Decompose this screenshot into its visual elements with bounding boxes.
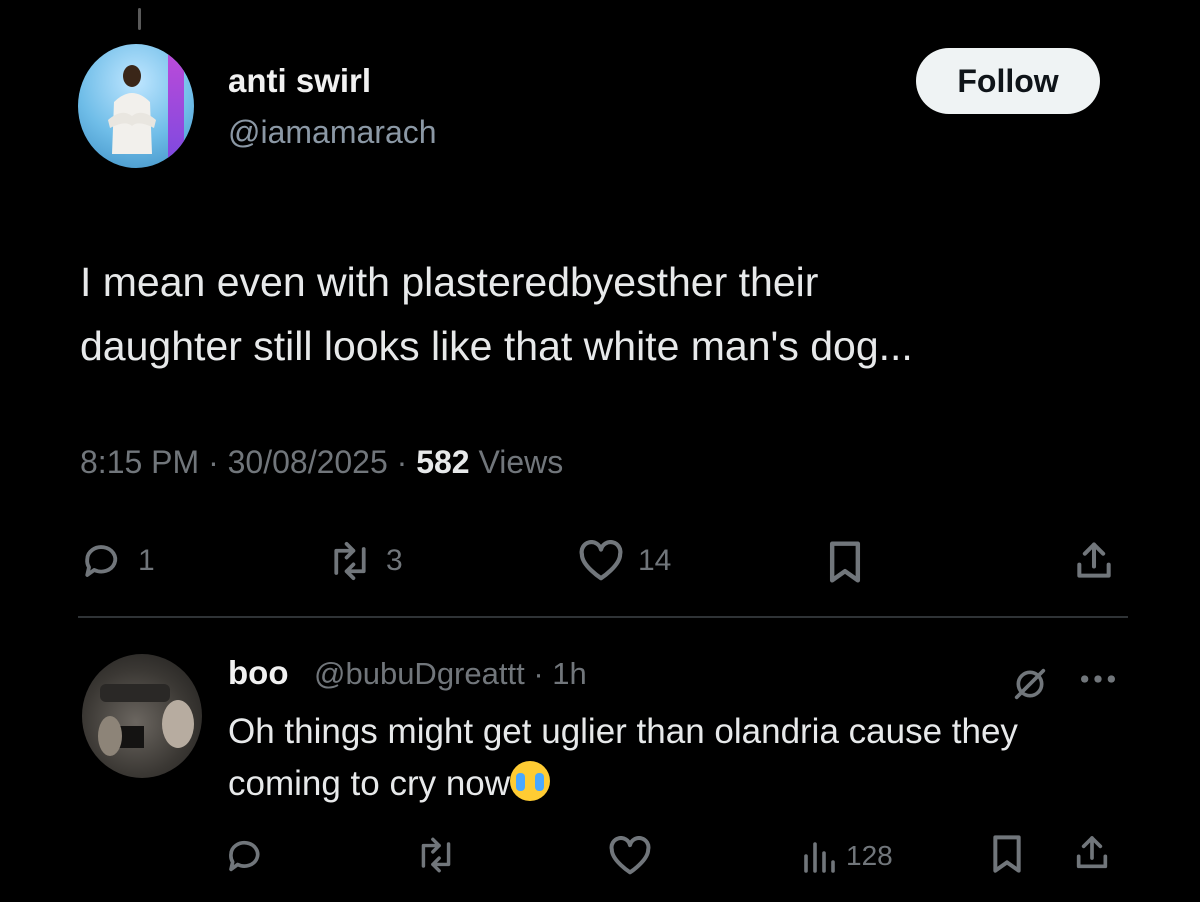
more-dots-icon bbox=[1081, 675, 1115, 683]
reply-author-handle[interactable]: @bubuDgreattt · 1h bbox=[314, 656, 587, 692]
heart-icon bbox=[579, 540, 623, 581]
repost-arrows-icon bbox=[421, 837, 451, 873]
divider bbox=[78, 616, 1128, 618]
reply-reply-button[interactable] bbox=[226, 836, 266, 876]
more-options-button[interactable] bbox=[1078, 664, 1118, 699]
reply-count: 1 bbox=[138, 544, 155, 577]
bookmark-icon bbox=[829, 541, 861, 583]
like-button[interactable]: 14 bbox=[578, 540, 671, 582]
reply-text-content: Oh things might get uglier than olandria… bbox=[228, 712, 1018, 803]
share-icon bbox=[1077, 542, 1111, 578]
speech-bubble-icon bbox=[85, 545, 118, 577]
meta-separator: · bbox=[208, 444, 219, 480]
repost-arrows-icon bbox=[334, 541, 366, 581]
meta-separator: · bbox=[396, 444, 408, 480]
follow-button[interactable]: Follow bbox=[916, 48, 1100, 114]
reply-views-count: 128 bbox=[846, 840, 893, 871]
share-button[interactable] bbox=[1072, 538, 1116, 584]
person-silhouette bbox=[108, 65, 156, 154]
reply-repost-button[interactable] bbox=[414, 836, 458, 874]
share-icon bbox=[1076, 836, 1108, 869]
reply-like-button[interactable] bbox=[608, 836, 652, 876]
repost-button[interactable]: 3 bbox=[326, 540, 403, 582]
heart-icon bbox=[609, 836, 651, 875]
views-label: Views bbox=[478, 444, 564, 480]
bookmark-button[interactable] bbox=[826, 540, 864, 584]
reply-share-button[interactable] bbox=[1072, 832, 1112, 874]
reply-author-name[interactable]: boo bbox=[228, 654, 288, 692]
bookmark-icon bbox=[993, 835, 1021, 873]
grok-button[interactable] bbox=[1010, 664, 1050, 709]
tweet-text: I mean even with plasteredbyesther their… bbox=[80, 259, 913, 369]
tweet-time[interactable]: 8:15 PM bbox=[80, 444, 199, 480]
author-avatar[interactable] bbox=[78, 44, 194, 168]
tweet-date[interactable]: 30/08/2025 bbox=[228, 444, 388, 480]
loudly-crying-face-emoji bbox=[510, 761, 551, 801]
avatar-photo bbox=[98, 684, 194, 756]
reply-button[interactable]: 1 bbox=[82, 540, 155, 582]
reply-author-avatar[interactable] bbox=[82, 654, 202, 778]
reply-text: Oh things might get uglier than olandria… bbox=[228, 706, 1128, 810]
tweet-meta: 8:15 PM · 30/08/2025 · 582 Views bbox=[80, 444, 563, 481]
views-count[interactable]: 582 bbox=[416, 444, 469, 480]
repost-count: 3 bbox=[386, 544, 403, 577]
reply-views-button[interactable]: 128 bbox=[800, 838, 893, 874]
reply-bookmark-button[interactable] bbox=[990, 834, 1024, 874]
grok-icon bbox=[1014, 668, 1046, 700]
speech-bubble-icon bbox=[229, 840, 260, 872]
author-name[interactable]: anti swirl bbox=[228, 62, 371, 100]
thread-connector-line bbox=[138, 8, 141, 30]
author-handle[interactable]: @iamamarach bbox=[228, 114, 437, 151]
like-count: 14 bbox=[638, 544, 672, 577]
bar-chart-icon bbox=[804, 842, 835, 873]
